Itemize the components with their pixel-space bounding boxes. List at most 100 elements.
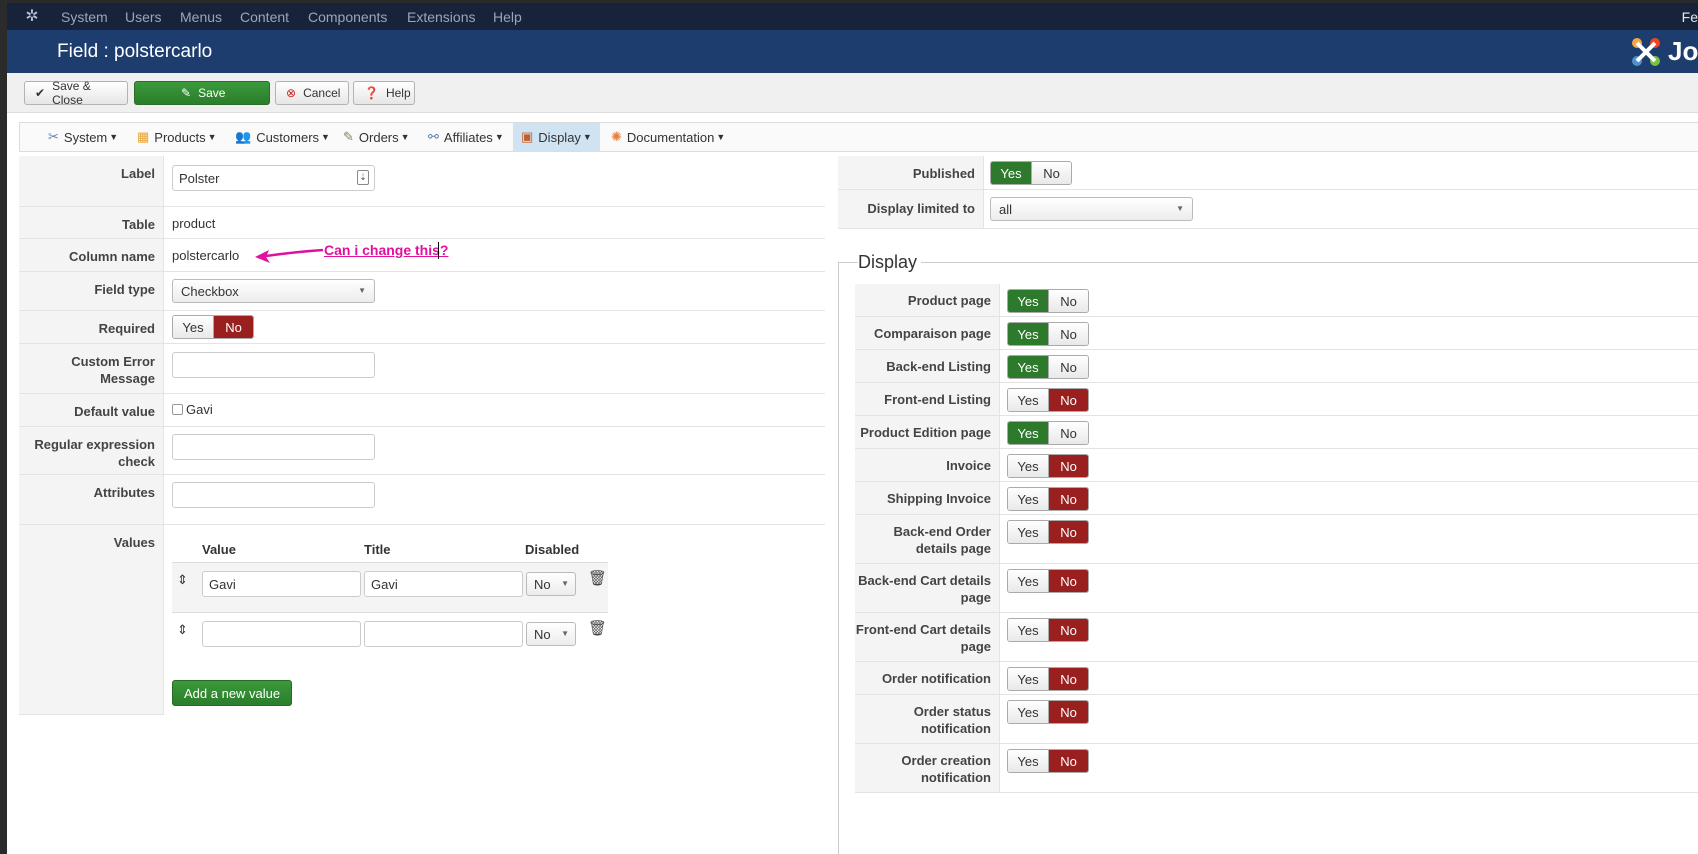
cnav-system[interactable]: ✂ System ▼ (40, 123, 126, 151)
cnav-display[interactable]: ▣ Display ▼ (513, 123, 600, 151)
title-bar: Field : polstercarlo Jo (7, 30, 1698, 73)
column-name-label: Column name (19, 239, 164, 271)
row-attributes: Attributes (19, 475, 825, 525)
text-cursor (438, 242, 439, 259)
drag-handle-icon[interactable]: ⇕ (177, 572, 188, 588)
trash-icon[interactable]: 🗑 (588, 569, 607, 587)
toggle-yes[interactable]: Yes (1008, 750, 1048, 772)
toggle-no[interactable]: No (1048, 701, 1088, 723)
label-input[interactable]: Polster ⇣ (172, 165, 375, 191)
dropdown-arrow-icon: ▼ (358, 286, 366, 295)
toggle-yes[interactable]: Yes (1008, 389, 1048, 411)
attributes-input[interactable] (172, 482, 375, 508)
row-label: Label Polster ⇣ (19, 156, 825, 207)
topnav-menus[interactable]: Menus (180, 9, 222, 25)
display-row-label: Front-end Listing (855, 383, 1000, 415)
toggle-no[interactable]: No (1048, 750, 1088, 772)
cnav-documentation[interactable]: ✺ Documentation ▼ (603, 123, 733, 151)
toggle-no[interactable]: No (1048, 570, 1088, 592)
users-icon: 👥 (235, 129, 252, 144)
title-input[interactable] (364, 621, 523, 647)
required-no[interactable]: No (213, 316, 253, 338)
toggle-no[interactable]: No (1048, 488, 1088, 510)
toggle-no[interactable]: No (1048, 290, 1088, 312)
topnav-system[interactable]: System (61, 9, 108, 25)
toggle-no[interactable]: No (1048, 389, 1088, 411)
joomla-logo: Jo (1628, 34, 1698, 70)
toggle-yes[interactable]: Yes (1008, 701, 1048, 723)
required-yes[interactable]: Yes (173, 316, 213, 338)
display-row-toggle: Yes No (1007, 749, 1089, 773)
toggle-yes[interactable]: Yes (1008, 290, 1048, 312)
toggle-no[interactable]: No (1048, 521, 1088, 543)
disabled-select[interactable]: No ▼ (526, 622, 576, 646)
toggle-yes[interactable]: Yes (1008, 619, 1048, 641)
values-label: Values (19, 525, 164, 715)
trash-icon[interactable]: 🗑 (588, 619, 607, 637)
save-close-button[interactable]: ✔ Save & Close (24, 79, 128, 107)
cancel-button[interactable]: ⊗ Cancel (275, 81, 349, 105)
display-row-toggle: Yes No (1007, 355, 1089, 379)
topnav-components[interactable]: Components (308, 9, 387, 25)
topnav-extensions[interactable]: Extensions (407, 9, 475, 25)
field-type-select[interactable]: Checkbox ▼ (172, 279, 375, 303)
translate-icon[interactable]: ⇣ (357, 170, 369, 185)
title-input[interactable]: Gavi (364, 571, 523, 597)
disabled-select[interactable]: No ▼ (526, 572, 576, 596)
toggle-yes[interactable]: Yes (1008, 488, 1048, 510)
toggle-no[interactable]: No (1048, 668, 1088, 690)
help-button[interactable]: ❓ Help (353, 81, 415, 105)
default-value-checkbox[interactable] (172, 404, 183, 415)
display-row: Back-end Listing Yes No (855, 350, 1698, 383)
page-title: Field : polstercarlo (57, 41, 213, 62)
cnav-products[interactable]: ▦ Products ▼ (129, 123, 225, 151)
toggle-no[interactable]: No (1048, 619, 1088, 641)
published-no[interactable]: No (1031, 162, 1071, 184)
display-row-toggle: Yes No (1007, 487, 1089, 511)
values-header-disabled: Disabled (525, 542, 580, 557)
cnav-orders[interactable]: ✎ Orders ▼ (335, 123, 418, 151)
toggle-no[interactable]: No (1048, 356, 1088, 378)
add-value-button[interactable]: Add a new value (172, 680, 293, 706)
default-value-label: Default value (19, 394, 164, 426)
toggle-yes[interactable]: Yes (1008, 521, 1048, 543)
topnav-content[interactable]: Content (240, 9, 289, 25)
box-icon: ▦ (137, 129, 150, 144)
cancel-icon: ⊗ (286, 86, 297, 100)
user-menu[interactable]: Fe (1682, 9, 1698, 25)
toggle-yes[interactable]: Yes (1008, 323, 1048, 345)
toggle-no[interactable]: No (1048, 455, 1088, 477)
toggle-yes[interactable]: Yes (1008, 422, 1048, 444)
display-row: Order creation notification Yes No (855, 744, 1698, 793)
toggle-yes[interactable]: Yes (1008, 455, 1048, 477)
display-row: Order status notification Yes No (855, 695, 1698, 744)
check-icon: ✔ (35, 86, 46, 100)
toggle-no[interactable]: No (1048, 422, 1088, 444)
cnav-customers[interactable]: 👥 Customers ▼ (227, 123, 338, 151)
topnav-help[interactable]: Help (493, 9, 522, 25)
toggle-no[interactable]: No (1048, 323, 1088, 345)
value-input[interactable] (202, 621, 361, 647)
toggle-yes[interactable]: Yes (1008, 570, 1048, 592)
question-icon: ❓ (364, 86, 379, 100)
display-row: Invoice Yes No (855, 449, 1698, 482)
display-row-toggle: Yes No (1007, 520, 1089, 544)
custom-error-input[interactable] (172, 352, 375, 378)
published-yes[interactable]: Yes (991, 162, 1031, 184)
display-limited-select[interactable]: all ▼ (990, 197, 1193, 221)
drag-handle-icon[interactable]: ⇕ (177, 622, 188, 638)
dropdown-arrow-icon: ▼ (1176, 204, 1184, 213)
display-row: Product page Yes No (855, 284, 1698, 317)
display-row-label: Invoice (855, 449, 1000, 481)
save-button[interactable]: ✎ Save (134, 81, 270, 105)
cnav-affiliates[interactable]: ⚯ Affiliates ▼ (420, 123, 512, 151)
value-input[interactable]: Gavi (202, 571, 361, 597)
row-values: Values Value Title Disabled ⇕ Gavi Gavi … (19, 525, 825, 715)
default-value-option: Gavi (186, 402, 213, 417)
toggle-yes[interactable]: Yes (1008, 668, 1048, 690)
joomla-logo-icon (1632, 38, 1660, 66)
regex-input[interactable] (172, 434, 375, 460)
toggle-yes[interactable]: Yes (1008, 356, 1048, 378)
topnav-users[interactable]: Users (125, 9, 162, 25)
joomla-icon[interactable]: ✲ (23, 8, 41, 26)
